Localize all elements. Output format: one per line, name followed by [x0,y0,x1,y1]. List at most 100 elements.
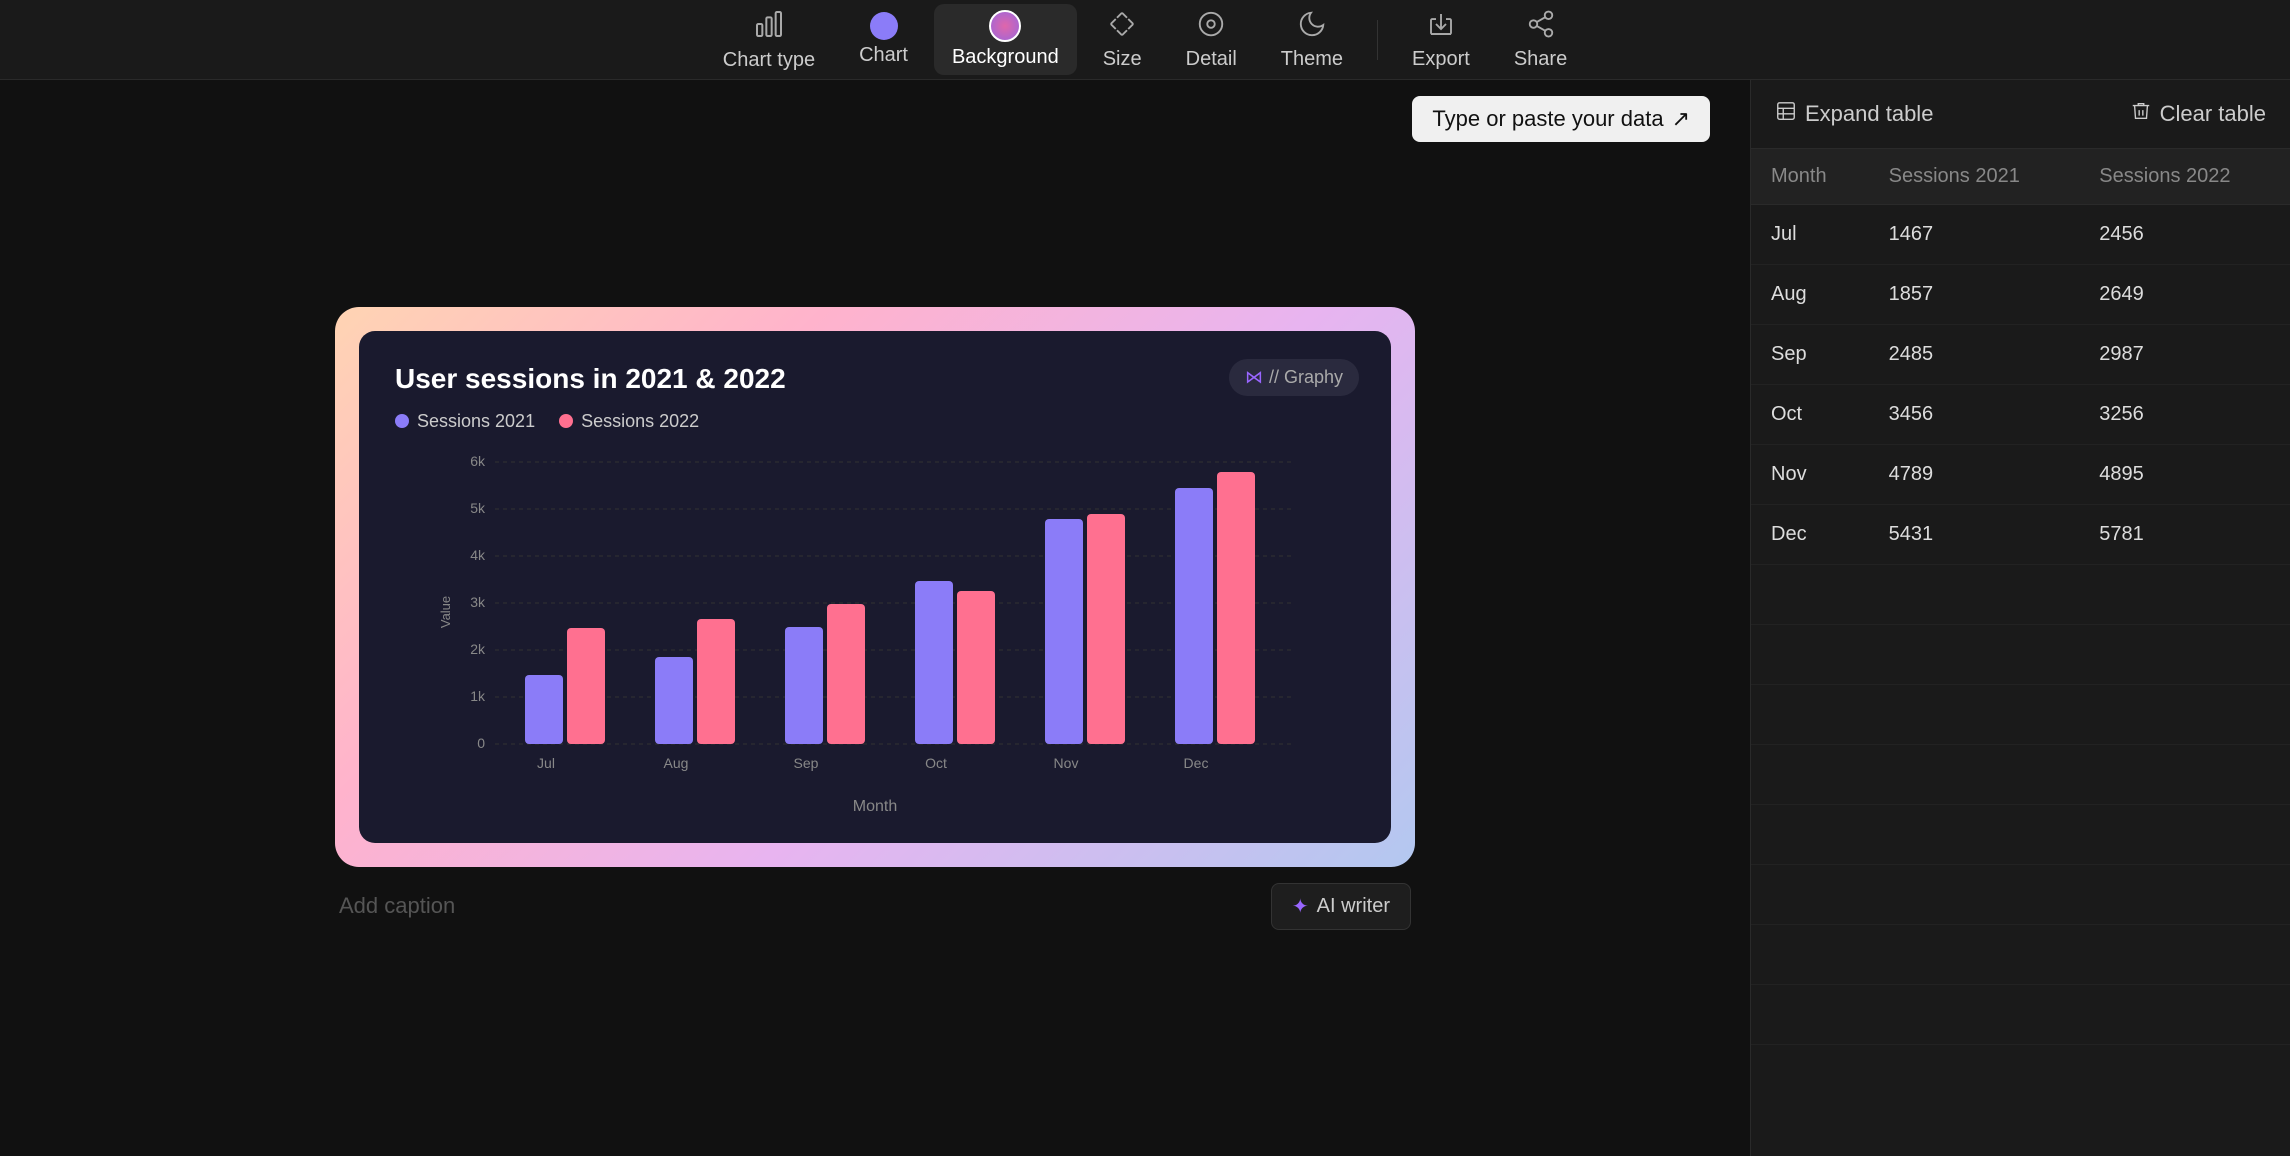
main-content: Type or paste your data ↗ User sessions … [0,80,2290,1156]
cell-s2022-0[interactable]: 2456 [2079,205,2290,265]
table-row-empty [1751,865,2290,925]
toolbar-item-export[interactable]: Export [1394,3,1488,77]
bar-sep-2021 [785,627,823,744]
cell-s2022-3[interactable]: 3256 [2079,385,2290,445]
toolbar-item-chart[interactable]: Chart [841,6,926,73]
svg-text:1k: 1k [470,688,486,704]
bar-nov-2022 [1087,514,1125,744]
chart-type-icon [753,8,785,45]
cell-month-0[interactable]: Jul [1751,205,1869,265]
svg-text:2k: 2k [470,641,486,657]
cell-month-1[interactable]: Aug [1751,265,1869,325]
chart-type-label: Chart type [723,49,815,72]
background-label: Background [952,46,1059,69]
chart-legend: Sessions 2021 Sessions 2022 [395,411,1355,432]
col-sessions-2022: Sessions 2022 [2079,149,2290,205]
chart-icon [870,12,898,40]
bar-aug-2021 [655,657,693,744]
toolbar-item-size[interactable]: Size [1085,3,1160,77]
cell-s2021-4[interactable]: 4789 [1869,445,2080,505]
expand-table-button[interactable]: Expand table [1775,100,1933,128]
ai-writer-icon: ✦ [1292,894,1309,919]
graphy-logo-icon: ⋈ [1245,367,1263,388]
cell-s2022-2[interactable]: 2987 [2079,325,2290,385]
data-table: Month Sessions 2021 Sessions 2022 Jul 14… [1751,149,2290,1045]
table-header-row: Month Sessions 2021 Sessions 2022 [1751,149,2290,205]
x-label-oct: Oct [925,755,947,771]
panel-header: Expand table Clear table [1751,80,2290,149]
cell-s2022-4[interactable]: 4895 [2079,445,2290,505]
graphy-logo-text: // Graphy [1269,367,1343,388]
legend-item-2022: Sessions 2022 [559,411,699,432]
theme-label: Theme [1281,48,1343,71]
cell-s2021-2[interactable]: 2485 [1869,325,2080,385]
cell-month-4[interactable]: Nov [1751,445,1869,505]
x-label-sep: Sep [794,755,819,771]
bar-oct-2022 [957,591,995,744]
table-row: Sep 2485 2987 [1751,325,2290,385]
caption-placeholder[interactable]: Add caption [339,893,455,919]
legend-label-2021: Sessions 2021 [417,411,535,432]
detail-label: Detail [1186,48,1237,71]
table-row: Aug 1857 2649 [1751,265,2290,325]
cell-month-3[interactable]: Oct [1751,385,1869,445]
clear-table-label: Clear table [2160,101,2266,127]
cell-s2022-5[interactable]: 5781 [2079,505,2290,565]
table-row: Jul 1467 2456 [1751,205,2290,265]
legend-dot-2022 [559,414,573,428]
detail-icon [1196,9,1226,44]
bar-aug-2022 [697,619,735,744]
canvas-area: Type or paste your data ↗ User sessions … [0,80,1750,1156]
svg-text:3k: 3k [470,594,486,610]
x-axis-label: Month [395,798,1355,816]
share-icon [1526,9,1556,44]
bar-nov-2021 [1045,519,1083,744]
legend-dot-2021 [395,414,409,428]
toolbar-item-theme[interactable]: Theme [1263,3,1361,77]
type-paste-label: Type or paste your data [1432,106,1663,132]
cell-month-2[interactable]: Sep [1751,325,1869,385]
export-icon [1426,9,1456,44]
bar-jul-2022 [567,628,605,744]
share-label: Share [1514,48,1567,71]
toolbar-item-share[interactable]: Share [1496,3,1585,77]
bar-dec-2022 [1217,472,1255,744]
x-label-nov: Nov [1054,755,1079,771]
svg-text:5k: 5k [470,500,486,516]
expand-table-icon [1775,100,1797,128]
table-row-empty [1751,745,2290,805]
col-month: Month [1751,149,1869,205]
svg-text:4k: 4k [470,547,486,563]
table-row-empty [1751,805,2290,865]
bar-dec-2021 [1175,488,1213,744]
bar-sep-2022 [827,604,865,744]
cell-month-5[interactable]: Dec [1751,505,1869,565]
cell-s2021-0[interactable]: 1467 [1869,205,2080,265]
cell-s2021-1[interactable]: 1857 [1869,265,2080,325]
bar-jul-2021 [525,675,563,744]
x-label-jul: Jul [537,755,555,771]
chart-logo: ⋈ // Graphy [1229,359,1359,396]
svg-text:6k: 6k [470,453,486,469]
ai-writer-button[interactable]: ✦ AI writer [1271,883,1411,930]
bar-oct-2021 [915,581,953,744]
cell-s2021-5[interactable]: 5431 [1869,505,2080,565]
chart-card: User sessions in 2021 & 2022 ⋈ // Graphy… [359,331,1391,843]
col-sessions-2021: Sessions 2021 [1869,149,2080,205]
legend-label-2022: Sessions 2022 [581,411,699,432]
gradient-card: User sessions in 2021 & 2022 ⋈ // Graphy… [335,307,1415,867]
clear-table-button[interactable]: Clear table [2130,100,2266,128]
chart-title: User sessions in 2021 & 2022 [395,363,1355,395]
cell-s2021-3[interactable]: 3456 [1869,385,2080,445]
type-paste-arrow-icon: ↗ [1672,106,1690,132]
toolbar-item-detail[interactable]: Detail [1168,3,1255,77]
table-row-empty [1751,985,2290,1045]
chart-svg: 6k 5k 4k 3k 2k 1k 0 Value [395,452,1355,792]
chart-label: Chart [859,44,908,67]
legend-item-2021: Sessions 2021 [395,411,535,432]
toolbar-item-background[interactable]: Background [934,4,1077,75]
table-row: Dec 5431 5781 [1751,505,2290,565]
cell-s2022-1[interactable]: 2649 [2079,265,2290,325]
type-paste-button[interactable]: Type or paste your data ↗ [1412,96,1710,142]
toolbar-item-chart-type[interactable]: Chart type [705,2,833,78]
